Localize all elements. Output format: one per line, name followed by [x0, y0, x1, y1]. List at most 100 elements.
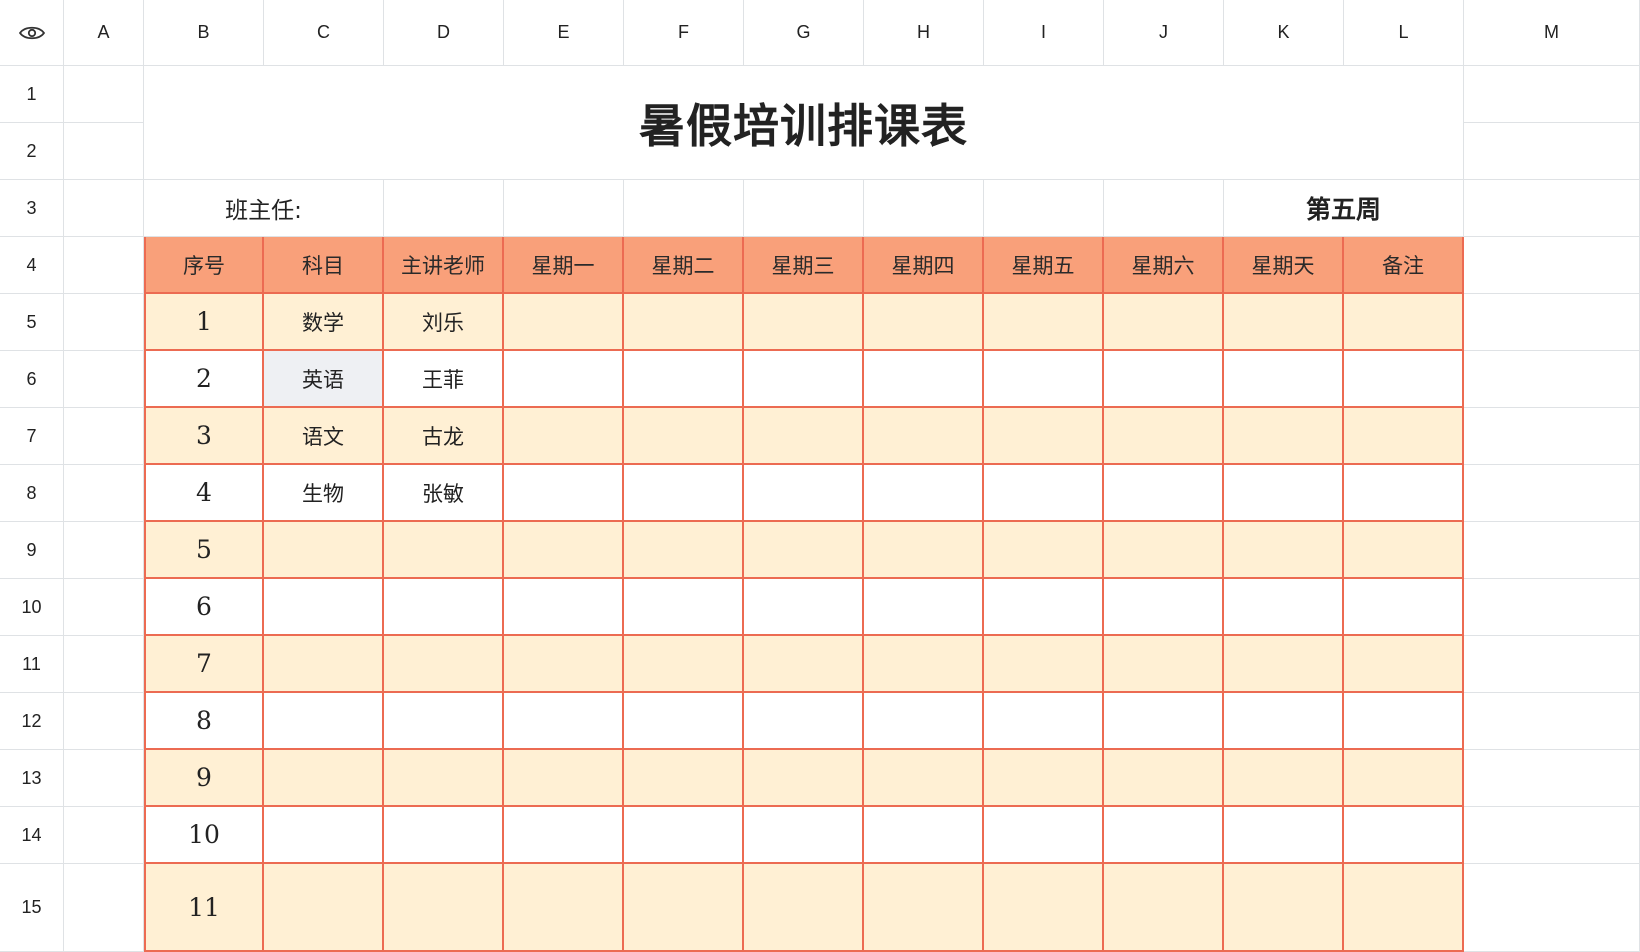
row-number-cell[interactable]: 2: [144, 351, 264, 408]
table-cell[interactable]: [504, 465, 624, 522]
table-cell[interactable]: [504, 294, 624, 351]
table-cell[interactable]: [624, 351, 744, 408]
cell-m2[interactable]: [1464, 123, 1640, 180]
cell-m6[interactable]: [1464, 351, 1640, 408]
table-cell[interactable]: 数学: [264, 294, 384, 351]
cell-a6[interactable]: [64, 351, 144, 408]
cell-a10[interactable]: [64, 579, 144, 636]
cell-m7[interactable]: [1464, 408, 1640, 465]
cell-m8[interactable]: [1464, 465, 1640, 522]
table-cell[interactable]: [504, 522, 624, 579]
row-header-6[interactable]: 6: [0, 351, 64, 408]
table-cell[interactable]: [264, 522, 384, 579]
table-cell[interactable]: [624, 864, 744, 952]
table-cell[interactable]: [504, 807, 624, 864]
column-header-k[interactable]: K: [1224, 0, 1344, 66]
table-cell[interactable]: [744, 408, 864, 465]
table-cell[interactable]: [1344, 636, 1464, 693]
table-cell[interactable]: [264, 750, 384, 807]
column-header-i[interactable]: I: [984, 0, 1104, 66]
cell-row3-j[interactable]: [1104, 180, 1224, 237]
table-cell[interactable]: [1344, 693, 1464, 750]
table-cell[interactable]: [504, 864, 624, 952]
table-cell[interactable]: [984, 636, 1104, 693]
row-header-9[interactable]: 9: [0, 522, 64, 579]
table-cell[interactable]: [984, 351, 1104, 408]
table-cell[interactable]: [864, 408, 984, 465]
table-cell[interactable]: [1104, 750, 1224, 807]
table-cell[interactable]: [864, 522, 984, 579]
table-cell[interactable]: [624, 408, 744, 465]
table-cell[interactable]: [1344, 864, 1464, 952]
row-number-cell[interactable]: 1: [144, 294, 264, 351]
table-cell[interactable]: [744, 351, 864, 408]
row-header-2[interactable]: 2: [0, 123, 64, 180]
row-header-11[interactable]: 11: [0, 636, 64, 693]
cell-m9[interactable]: [1464, 522, 1640, 579]
table-cell[interactable]: [864, 807, 984, 864]
row-number-cell[interactable]: 8: [144, 693, 264, 750]
table-cell[interactable]: [504, 636, 624, 693]
table-cell[interactable]: [1104, 864, 1224, 952]
week-label[interactable]: 第五周: [1224, 180, 1464, 237]
cell-a14[interactable]: [64, 807, 144, 864]
table-cell[interactable]: 英语: [264, 351, 384, 408]
column-header-f[interactable]: F: [624, 0, 744, 66]
cell-a13[interactable]: [64, 750, 144, 807]
cell-m4[interactable]: [1464, 237, 1640, 294]
row-number-cell[interactable]: 11: [144, 864, 264, 952]
table-cell[interactable]: [864, 579, 984, 636]
cell-m1[interactable]: [1464, 66, 1640, 123]
column-header-g[interactable]: G: [744, 0, 864, 66]
row-header-12[interactable]: 12: [0, 693, 64, 750]
table-cell[interactable]: [624, 807, 744, 864]
cell-m3[interactable]: [1464, 180, 1640, 237]
table-cell[interactable]: [864, 465, 984, 522]
table-cell[interactable]: [1104, 693, 1224, 750]
cell-m11[interactable]: [1464, 636, 1640, 693]
row-number-cell[interactable]: 3: [144, 408, 264, 465]
row-number-cell[interactable]: 7: [144, 636, 264, 693]
column-header-a[interactable]: A: [64, 0, 144, 66]
table-cell[interactable]: [384, 807, 504, 864]
table-cell[interactable]: [384, 693, 504, 750]
table-cell[interactable]: [384, 750, 504, 807]
table-header-cell[interactable]: 星期三: [744, 237, 864, 294]
cell-a8[interactable]: [64, 465, 144, 522]
table-cell[interactable]: [1224, 636, 1344, 693]
row-header-7[interactable]: 7: [0, 408, 64, 465]
row-header-13[interactable]: 13: [0, 750, 64, 807]
table-cell[interactable]: [864, 636, 984, 693]
cell-a3[interactable]: [64, 180, 144, 237]
cell-m15[interactable]: [1464, 864, 1640, 952]
table-cell[interactable]: 张敏: [384, 465, 504, 522]
table-cell[interactable]: [864, 693, 984, 750]
table-cell[interactable]: [1224, 522, 1344, 579]
table-cell[interactable]: [624, 579, 744, 636]
table-cell[interactable]: [1224, 693, 1344, 750]
table-cell[interactable]: [1344, 351, 1464, 408]
table-cell[interactable]: [504, 351, 624, 408]
table-cell[interactable]: [984, 807, 1104, 864]
table-cell[interactable]: [744, 579, 864, 636]
table-cell[interactable]: 语文: [264, 408, 384, 465]
column-header-h[interactable]: H: [864, 0, 984, 66]
table-header-cell[interactable]: 主讲老师: [384, 237, 504, 294]
table-cell[interactable]: [984, 408, 1104, 465]
cell-m12[interactable]: [1464, 693, 1640, 750]
table-cell[interactable]: [1104, 579, 1224, 636]
cell-m13[interactable]: [1464, 750, 1640, 807]
table-cell[interactable]: [384, 579, 504, 636]
head-teacher-label[interactable]: 班主任:: [144, 180, 384, 237]
row-header-10[interactable]: 10: [0, 579, 64, 636]
row-header-14[interactable]: 14: [0, 807, 64, 864]
table-cell[interactable]: [1224, 750, 1344, 807]
table-cell[interactable]: [1224, 465, 1344, 522]
table-cell[interactable]: [624, 693, 744, 750]
column-header-c[interactable]: C: [264, 0, 384, 66]
table-cell[interactable]: [984, 579, 1104, 636]
table-cell[interactable]: [1104, 294, 1224, 351]
table-cell[interactable]: [864, 351, 984, 408]
table-header-cell[interactable]: 星期二: [624, 237, 744, 294]
table-cell[interactable]: [984, 750, 1104, 807]
